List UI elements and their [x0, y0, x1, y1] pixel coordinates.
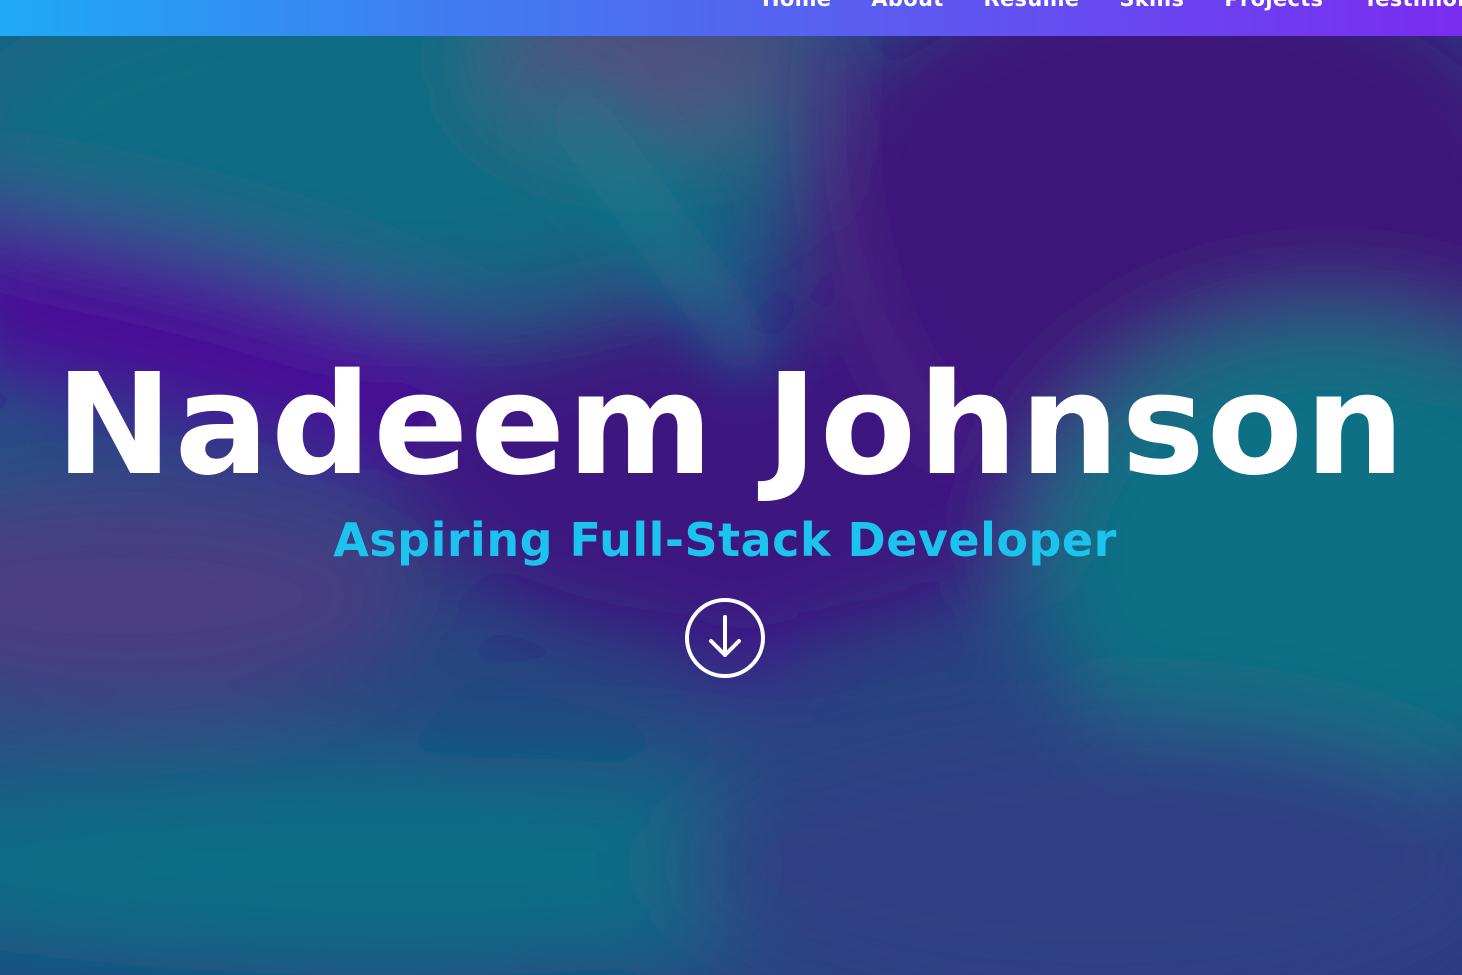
nav-item-projects[interactable]: Projects: [1224, 0, 1323, 11]
nav-item-testimonials[interactable]: Testimonials: [1363, 0, 1462, 11]
nav-item-home[interactable]: Home: [762, 0, 831, 11]
arrow-down-circle-icon: [685, 598, 765, 678]
nav-item-resume[interactable]: Resume: [984, 0, 1080, 11]
hero-name: Nadeem Johnson: [55, 344, 1407, 507]
nav-item-skills[interactable]: Skills: [1119, 0, 1184, 11]
scroll-down-button[interactable]: [684, 597, 766, 679]
top-navbar: Home About Resume Skills Projects Testim…: [0, 0, 1462, 36]
nav-links: Home About Resume Skills Projects Testim…: [762, 0, 1462, 11]
hero-tagline: Aspiring Full-Stack Developer: [333, 513, 1117, 567]
hero-section: Nadeem Johnson Aspiring Full-Stack Devel…: [0, 36, 1462, 975]
nav-item-about[interactable]: About: [871, 0, 943, 11]
